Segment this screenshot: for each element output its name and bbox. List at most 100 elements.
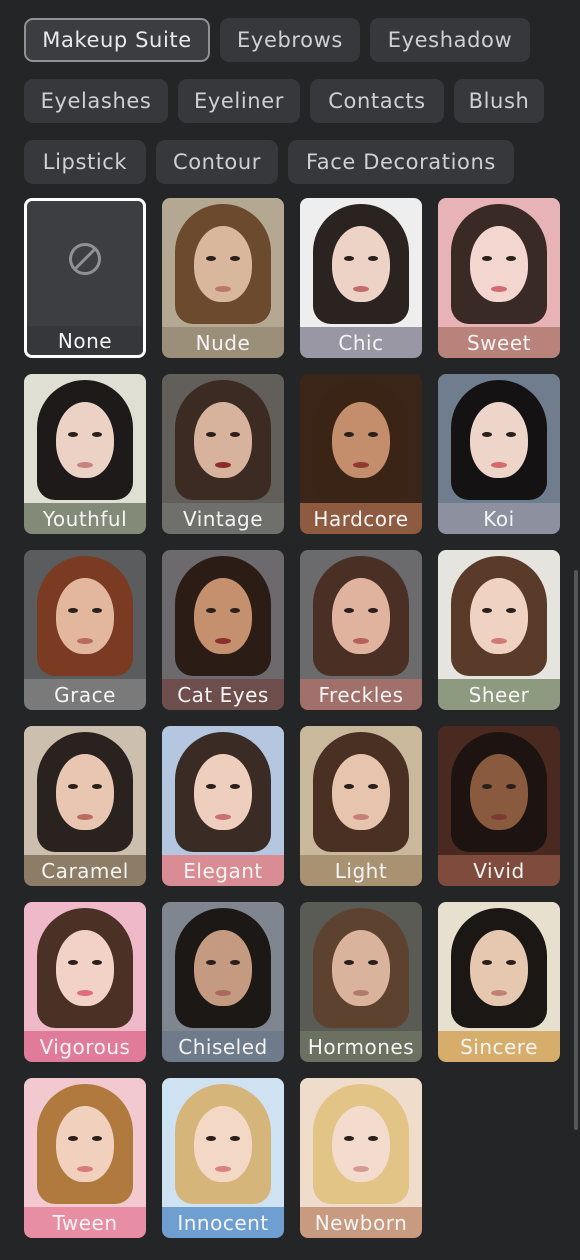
style-card-sheer[interactable]: Sheer	[438, 550, 560, 710]
style-card-hormones[interactable]: Hormones	[300, 902, 422, 1062]
tab-face-decorations[interactable]: Face Decorations	[288, 140, 514, 184]
lips-shape	[215, 990, 231, 996]
tab-eyebrows[interactable]: Eyebrows	[220, 18, 360, 62]
style-preview-image	[300, 902, 422, 1034]
tab-lipstick[interactable]: Lipstick	[24, 140, 146, 184]
eye-shape	[344, 784, 354, 789]
style-card-innocent[interactable]: Innocent	[162, 1078, 284, 1238]
style-card-caramel[interactable]: Caramel	[24, 726, 146, 886]
style-card-label: Vigorous	[24, 1031, 146, 1062]
style-card-label: Caramel	[24, 855, 146, 886]
style-card-freckles[interactable]: Freckles	[300, 550, 422, 710]
eye-shape	[230, 608, 240, 613]
style-preview-image	[300, 726, 422, 858]
style-card-label: Sheer	[438, 679, 560, 710]
style-card-nude[interactable]: Nude	[162, 198, 284, 358]
lips-shape	[215, 286, 231, 292]
tab-contacts[interactable]: Contacts	[310, 79, 444, 123]
eye-shape	[506, 608, 516, 613]
style-preview-image	[438, 374, 560, 506]
eye-shape	[506, 432, 516, 437]
style-card-label: Vintage	[162, 503, 284, 534]
style-card-vivid[interactable]: Vivid	[438, 726, 560, 886]
eye-shape	[206, 1136, 216, 1141]
tab-row-1: Makeup Suite Eyebrows Eyeshadow	[24, 18, 554, 62]
scrollbar[interactable]	[574, 570, 578, 1130]
eye-shape	[68, 1136, 78, 1141]
tab-makeup-suite[interactable]: Makeup Suite	[24, 18, 210, 62]
style-card-label: Sincere	[438, 1031, 560, 1062]
style-card-vintage[interactable]: Vintage	[162, 374, 284, 534]
style-card-hardcore[interactable]: Hardcore	[300, 374, 422, 534]
style-preview-image	[438, 550, 560, 682]
eye-shape	[206, 432, 216, 437]
style-card-vigorous[interactable]: Vigorous	[24, 902, 146, 1062]
style-card-label: Chiseled	[162, 1031, 284, 1062]
style-card-label: Hormones	[300, 1031, 422, 1062]
eye-shape	[92, 1136, 102, 1141]
tab-eyeshadow[interactable]: Eyeshadow	[370, 18, 530, 62]
tab-blush[interactable]: Blush	[454, 79, 544, 123]
lips-shape	[215, 814, 231, 820]
eye-shape	[368, 960, 378, 965]
eye-shape	[230, 960, 240, 965]
style-card-light[interactable]: Light	[300, 726, 422, 886]
lips-shape	[77, 990, 93, 996]
eye-shape	[368, 256, 378, 261]
style-card-chiseled[interactable]: Chiseled	[162, 902, 284, 1062]
lips-shape	[491, 286, 507, 292]
style-card-label: Innocent	[162, 1207, 284, 1238]
tab-row-2: Eyelashes Eyeliner Contacts Blush	[24, 79, 554, 123]
eye-shape	[368, 1136, 378, 1141]
style-card-grace[interactable]: Grace	[24, 550, 146, 710]
style-card-chic[interactable]: Chic	[300, 198, 422, 358]
lips-shape	[353, 286, 369, 292]
style-preview-image	[162, 902, 284, 1034]
style-card-none[interactable]: None	[24, 198, 146, 358]
style-preview-image	[300, 550, 422, 682]
style-card-label: Youthful	[24, 503, 146, 534]
style-card-newborn[interactable]: Newborn	[300, 1078, 422, 1238]
tab-contour[interactable]: Contour	[156, 140, 278, 184]
lips-shape	[491, 638, 507, 644]
style-card-label: Elegant	[162, 855, 284, 886]
style-preview-image	[162, 726, 284, 858]
eye-shape	[344, 960, 354, 965]
style-card-label: Nude	[162, 327, 284, 358]
eye-shape	[68, 784, 78, 789]
style-card-cat-eyes[interactable]: Cat Eyes	[162, 550, 284, 710]
style-card-label: None	[27, 326, 143, 355]
style-card-koi[interactable]: Koi	[438, 374, 560, 534]
eye-shape	[230, 1136, 240, 1141]
lips-shape	[215, 638, 231, 644]
eye-shape	[482, 256, 492, 261]
style-card-label: Koi	[438, 503, 560, 534]
style-preview-image	[24, 374, 146, 506]
eye-shape	[368, 784, 378, 789]
style-preview-image	[24, 726, 146, 858]
eye-shape	[506, 256, 516, 261]
lips-shape	[77, 638, 93, 644]
style-card-youthful[interactable]: Youthful	[24, 374, 146, 534]
style-card-sincere[interactable]: Sincere	[438, 902, 560, 1062]
style-card-elegant[interactable]: Elegant	[162, 726, 284, 886]
eye-shape	[344, 432, 354, 437]
lips-shape	[77, 462, 93, 468]
eye-shape	[482, 960, 492, 965]
tab-eyeliner[interactable]: Eyeliner	[178, 79, 300, 123]
style-card-tween[interactable]: Tween	[24, 1078, 146, 1238]
lips-shape	[77, 814, 93, 820]
style-preview-image	[438, 198, 560, 330]
eye-shape	[230, 784, 240, 789]
tab-eyelashes[interactable]: Eyelashes	[24, 79, 168, 123]
eye-shape	[482, 608, 492, 613]
style-preview-image	[300, 1078, 422, 1210]
style-preview-image	[162, 374, 284, 506]
style-preview-image	[162, 550, 284, 682]
style-card-sweet[interactable]: Sweet	[438, 198, 560, 358]
eye-shape	[344, 1136, 354, 1141]
eye-shape	[344, 256, 354, 261]
style-preview-image	[24, 1078, 146, 1210]
style-preview-image	[438, 902, 560, 1034]
prohibited-icon	[69, 243, 101, 275]
